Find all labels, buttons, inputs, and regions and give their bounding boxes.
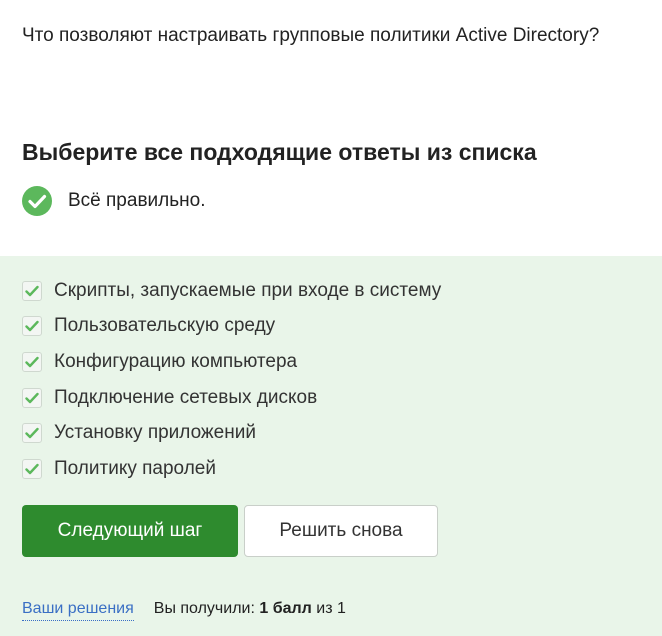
option-6[interactable]: Политику паролей — [22, 457, 216, 481]
solve-again-button[interactable]: Решить снова — [244, 505, 438, 557]
checkbox[interactable] — [22, 459, 42, 479]
checkbox[interactable] — [22, 352, 42, 372]
checkmark-icon — [25, 463, 39, 475]
checkbox[interactable] — [22, 281, 42, 301]
result-status: Всё правильно. — [22, 186, 205, 216]
checkbox[interactable] — [22, 388, 42, 408]
checkmark-icon — [25, 392, 39, 404]
your-solutions-link[interactable]: Ваши решения — [22, 598, 134, 621]
question-text: Что позволяют настраивать групповые поли… — [22, 25, 600, 46]
score-prefix: Вы получили: — [153, 600, 260, 617]
answers-panel — [0, 256, 662, 636]
option-label: Пользовательскую среду — [54, 315, 276, 336]
checkbox[interactable] — [22, 316, 42, 336]
instruction-heading: Выберите все подходящие ответы из списка — [22, 139, 537, 165]
checkmark-icon — [25, 356, 39, 368]
option-label: Установку приложений — [54, 422, 256, 443]
next-step-button[interactable]: Следующий шаг — [22, 505, 238, 557]
score-suffix: из 1 — [311, 600, 346, 617]
check-circle-icon — [22, 186, 52, 216]
option-label: Подключение сетевых дисков — [54, 387, 318, 408]
option-1[interactable]: Скрипты, запускаемые при входе в систему — [22, 279, 441, 303]
option-2[interactable]: Пользовательскую среду — [22, 314, 275, 338]
checkmark-icon — [25, 427, 39, 439]
option-label: Конфигурацию компьютера — [54, 351, 298, 372]
score-text: Вы получили: 1 балл из 1 — [154, 598, 346, 621]
option-4[interactable]: Подключение сетевых дисков — [22, 386, 317, 410]
score-value: 1 балл — [259, 600, 312, 617]
option-3[interactable]: Конфигурацию компьютера — [22, 350, 297, 374]
checkmark-icon — [25, 320, 39, 332]
option-5[interactable]: Установку приложений — [22, 421, 256, 445]
checkbox[interactable] — [22, 423, 42, 443]
footer: Ваши решения Вы получили: 1 балл из 1 — [22, 598, 346, 621]
checkmark-icon — [25, 285, 39, 297]
option-label: Политику паролей — [54, 458, 216, 479]
option-label: Скрипты, запускаемые при входе в систему — [54, 280, 442, 301]
result-text: Всё правильно. — [68, 190, 206, 211]
